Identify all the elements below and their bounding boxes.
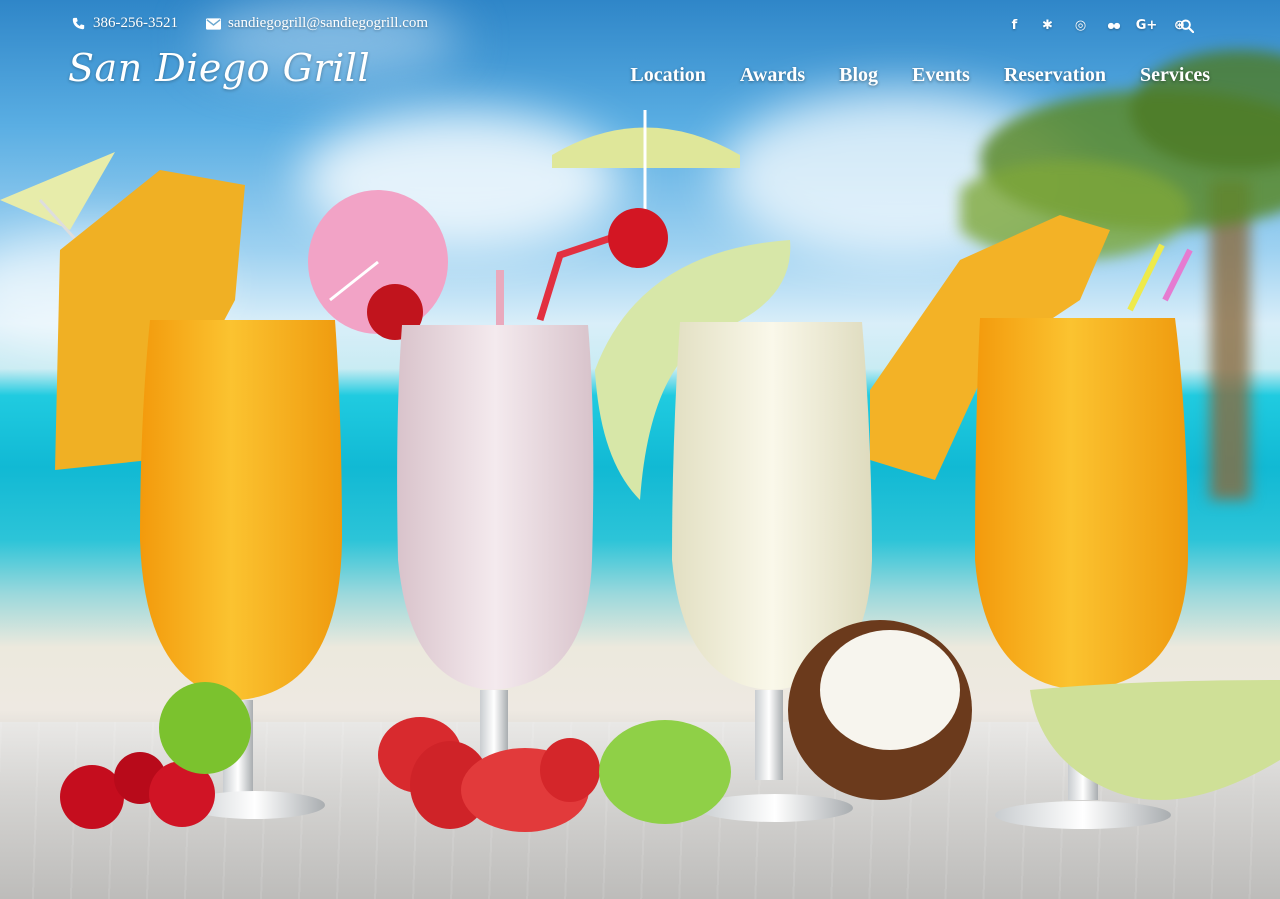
yelp-icon[interactable]: ✱ — [1031, 14, 1064, 36]
nav-awards[interactable]: Awards — [740, 64, 805, 87]
strawberry-cocktail — [367, 270, 594, 760]
flickr-icon[interactable]: ●● — [1097, 14, 1130, 36]
social-links: f ✱ ◎ ●● G+ ⊛ — [998, 14, 1196, 36]
google-plus-icon[interactable]: G+ — [1130, 14, 1163, 36]
contact-email[interactable]: sandiegogrill@sandiegogrill.com — [205, 15, 428, 32]
facebook-icon[interactable]: f — [998, 14, 1031, 36]
nav-location[interactable]: Location — [630, 64, 706, 87]
nav-reservation[interactable]: Reservation — [1004, 64, 1106, 87]
envelope-icon — [205, 16, 221, 32]
cocktails-illustration — [0, 110, 1280, 832]
top-bar: 386-256-3521 sandiegogrill@sandiegogrill… — [0, 0, 1280, 52]
contact-phone[interactable]: 386-256-3521 — [70, 15, 178, 32]
nav-events[interactable]: Events — [912, 64, 970, 87]
lime — [159, 682, 251, 774]
main-nav: Location Awards Blog Events Reservation … — [596, 64, 1210, 87]
lime-half — [599, 720, 731, 824]
search-icon[interactable] — [1176, 15, 1198, 37]
melon-slice — [1030, 680, 1280, 800]
instagram-icon[interactable]: ◎ — [1064, 14, 1097, 36]
hero-background — [0, 0, 1280, 899]
phone-icon — [70, 16, 86, 32]
phone-number: 386-256-3521 — [93, 15, 178, 31]
email-address: sandiegogrill@sandiegogrill.com — [228, 15, 429, 31]
nav-services[interactable]: Services — [1140, 64, 1210, 87]
site-logo[interactable]: San Diego Grill — [68, 46, 370, 90]
coconut — [788, 620, 972, 800]
nav-blog[interactable]: Blog — [839, 64, 878, 87]
